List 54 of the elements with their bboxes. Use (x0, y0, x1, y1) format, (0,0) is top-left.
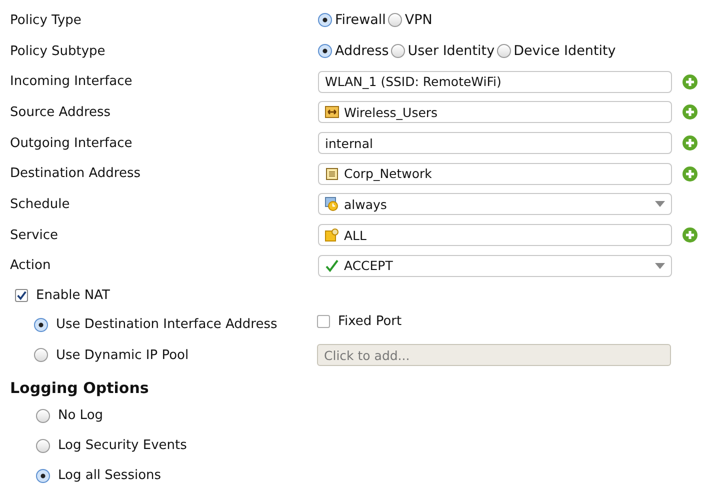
input-field[interactable]: ALL (318, 224, 672, 246)
radio-icon[interactable] (318, 13, 332, 28)
field-label: Schedule (10, 196, 70, 212)
field-label: Outgoing Interface (10, 136, 132, 151)
radio-icon[interactable] (390, 44, 405, 58)
radio-option[interactable]: Use Dynamic IP Pool (10, 348, 317, 363)
list-icon (325, 166, 339, 181)
radio-option[interactable]: Device Identity (496, 43, 616, 60)
radio-option[interactable]: Log Security Events (10, 430, 187, 461)
radio-option[interactable]: Address (318, 43, 389, 60)
address-group-icon (325, 105, 339, 120)
radio-icon[interactable] (34, 318, 48, 332)
radio-icon[interactable] (318, 44, 332, 58)
field-label: Action (10, 258, 51, 274)
radio-icon[interactable] (36, 408, 50, 423)
field-label: Policy Subtype (10, 44, 106, 59)
radio-option[interactable]: No Log (10, 400, 104, 431)
field-label: Source Address (10, 104, 111, 120)
radio-icon[interactable] (36, 438, 50, 453)
radio-icon[interactable] (36, 468, 50, 483)
radio-option[interactable]: Use Destination Interface Address (10, 317, 317, 332)
radio-icon[interactable] (388, 13, 402, 28)
add-button[interactable] (682, 135, 698, 152)
section-title: Logging Options (10, 378, 150, 399)
input-field[interactable]: Corp_Network (318, 162, 672, 185)
checkbox[interactable] (317, 314, 330, 328)
input-field[interactable]: WLAN_1 (SSID: RemoteWiFi) (318, 70, 672, 93)
radio-icon[interactable] (34, 348, 48, 362)
field-label: Policy Type (10, 12, 82, 28)
dropdown[interactable]: always (318, 193, 672, 216)
checkbox-option[interactable]: Fixed Port (317, 309, 402, 334)
add-button[interactable] (682, 104, 698, 120)
radio-icon[interactable] (496, 44, 511, 58)
checkbox[interactable] (15, 288, 28, 302)
radio-option[interactable]: Log all Sessions (10, 460, 162, 491)
input-field[interactable]: Wireless_Users (318, 101, 672, 124)
dropdown[interactable]: ACCEPT (318, 254, 672, 277)
caret-icon (655, 201, 665, 208)
add-button[interactable] (682, 227, 698, 244)
checkmark-icon (325, 258, 339, 273)
input-field[interactable]: internal (318, 132, 672, 154)
add-button[interactable] (682, 166, 698, 182)
input-field[interactable]: Click to add... (317, 344, 671, 366)
add-button[interactable] (682, 74, 698, 90)
radio-option[interactable]: User Identity (390, 43, 495, 60)
service-icon (325, 228, 339, 242)
field-label: Service (10, 228, 58, 243)
caret-icon (655, 262, 665, 269)
clock-icon (325, 197, 339, 212)
field-label: Destination Address (10, 166, 141, 182)
radio-option[interactable]: VPN (388, 12, 432, 28)
checkbox-option[interactable]: Enable NAT (10, 281, 110, 310)
field-label: Incoming Interface (10, 74, 132, 90)
radio-option[interactable]: Firewall (318, 12, 386, 28)
